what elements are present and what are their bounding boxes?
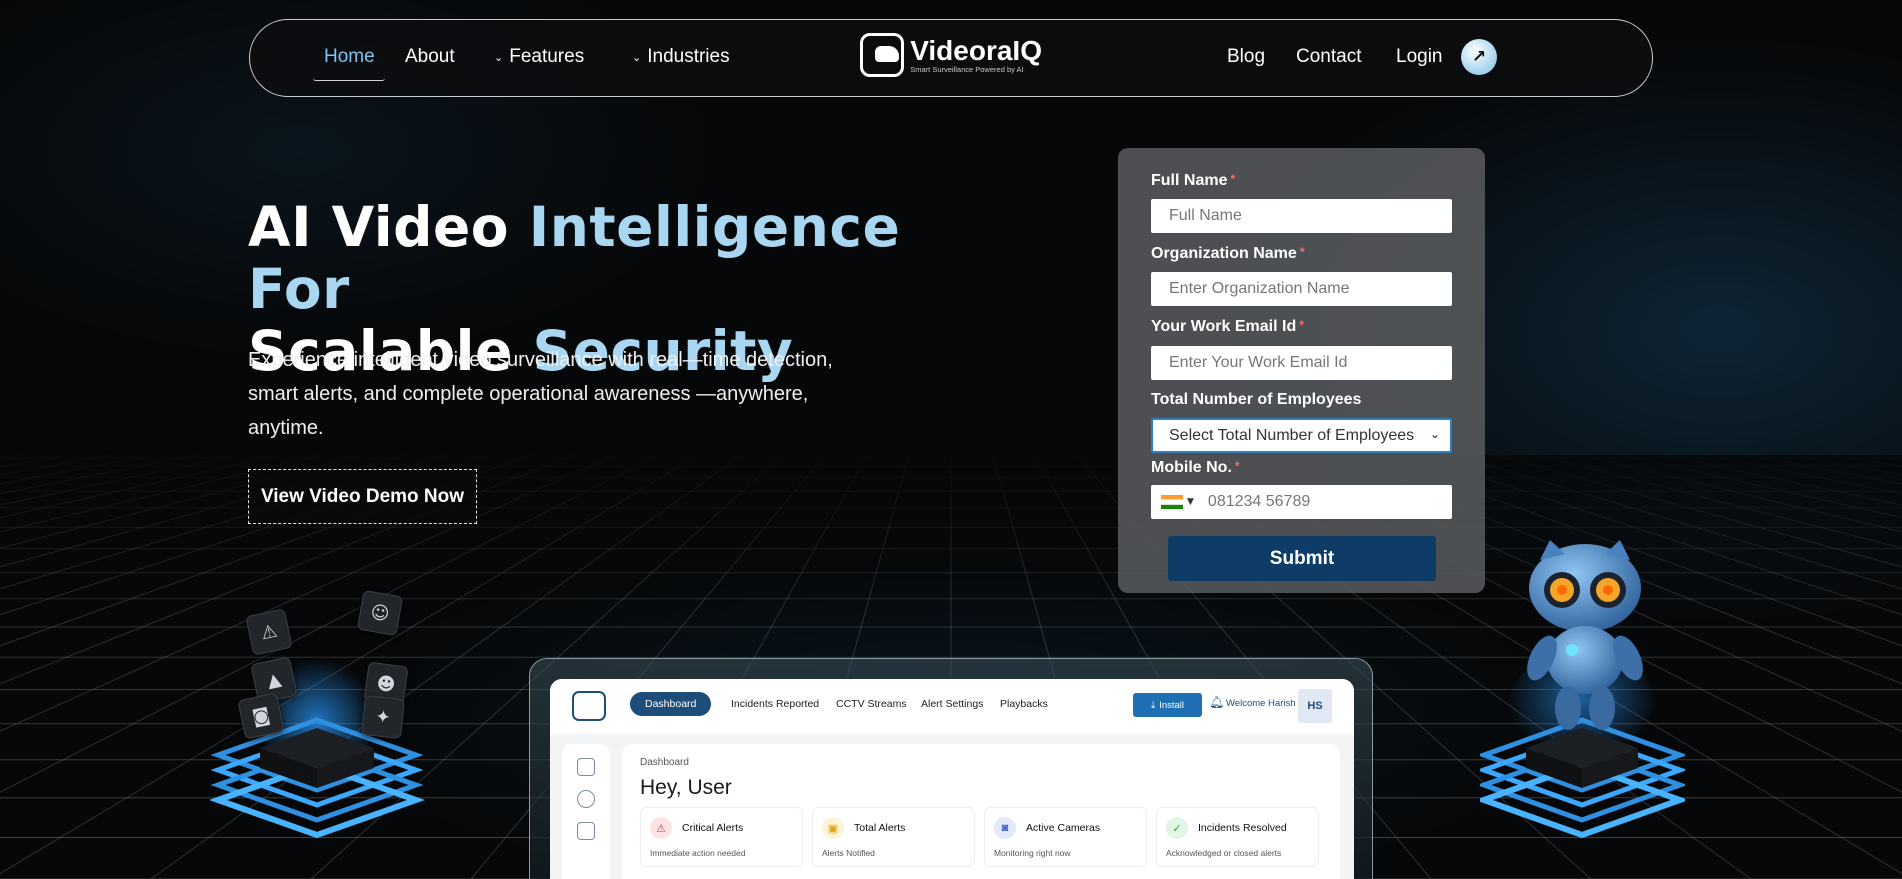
- welcome-text: Welcome Harish: [1226, 698, 1296, 709]
- stat-card-active-cameras[interactable]: ◙ Active Cameras Monitoring right now: [984, 807, 1147, 867]
- robot-mascot-illustration: [1527, 540, 1643, 730]
- stat-title: Critical Alerts: [682, 822, 744, 834]
- cctv-camera-icon: ◙: [237, 692, 285, 740]
- nav-industries-label: Industries: [647, 46, 730, 67]
- stat-card-total-alerts[interactable]: ▣ Total Alerts Alerts Notified: [812, 807, 975, 867]
- stat-title: Incidents Resolved: [1198, 822, 1287, 834]
- stat-subtitle: Acknowledged or closed alerts: [1166, 848, 1282, 858]
- dashboard-sidebar: [562, 744, 610, 879]
- stat-subtitle: Alerts Notified: [822, 848, 875, 858]
- install-button[interactable]: ⤓ Install: [1133, 693, 1202, 717]
- dashboard-preview-frame: Dashboard Incidents Reported CCTV Stream…: [529, 658, 1373, 879]
- email-label: Your Work Email Id *: [1151, 318, 1304, 335]
- dashboard-preview-screen: Dashboard Incidents Reported CCTV Stream…: [550, 679, 1354, 879]
- logo-icon: [860, 33, 905, 77]
- hero-subtitle: Experience intelligent video surveillanc…: [248, 349, 833, 439]
- required-marker: *: [1299, 245, 1305, 259]
- nav-login[interactable]: Login: [1396, 46, 1443, 68]
- mobile-label: Mobile No. *: [1151, 459, 1240, 476]
- brand-logo[interactable]: VideoraIQ Smart Surveillance Powered by …: [860, 32, 1042, 78]
- chevron-down-icon: ⌄: [1429, 427, 1440, 441]
- camera-icon[interactable]: [577, 790, 595, 808]
- camera-icon: ◙: [994, 817, 1016, 839]
- mobile-field: ▼: [1151, 485, 1452, 519]
- avatar[interactable]: HS: [1298, 689, 1332, 723]
- alert-box-icon: ▣: [822, 817, 844, 839]
- download-icon: ⤓: [1150, 699, 1156, 711]
- nav-industries[interactable]: ⌄ Industries: [632, 46, 730, 68]
- dashboard-tab-incidents[interactable]: Incidents Reported: [731, 698, 819, 710]
- lead-form: Full Name* Organization Name* Your Work …: [1118, 148, 1485, 593]
- stat-card-critical-alerts[interactable]: ⚠ Critical Alerts Immediate action neede…: [640, 807, 803, 867]
- stat-card-incidents-resolved[interactable]: ✓ Incidents Resolved Acknowledged or clo…: [1156, 807, 1319, 867]
- nav-contact[interactable]: Contact: [1296, 46, 1361, 68]
- logo-tagline: Smart Surveillance Powered by AI: [910, 64, 1024, 74]
- required-marker: *: [1234, 459, 1240, 473]
- logo-name: VideoraIQ: [910, 34, 1042, 66]
- install-label: Install: [1159, 699, 1185, 711]
- stat-title: Active Cameras: [1026, 822, 1101, 834]
- arrow-up-right-icon[interactable]: ↗: [1461, 39, 1497, 75]
- mobile-input[interactable]: [1207, 493, 1428, 511]
- dashboard-logo-icon: [572, 691, 606, 721]
- nav-features[interactable]: ⌄ Features: [494, 46, 584, 68]
- dashboard-tab-cctv[interactable]: CCTV Streams: [836, 698, 907, 710]
- nav-features-label: Features: [509, 46, 585, 67]
- stat-subtitle: Immediate action needed: [650, 848, 746, 858]
- bell-icon[interactable]: 🔔︎: [1209, 695, 1224, 709]
- chevron-down-icon: ⌄: [632, 51, 642, 64]
- breadcrumb: Dashboard: [640, 757, 689, 768]
- india-flag-icon[interactable]: [1161, 494, 1183, 510]
- chevron-down-icon: ⌄: [494, 51, 504, 64]
- face-scan-icon: ☺: [356, 589, 404, 637]
- home-icon[interactable]: [577, 758, 595, 776]
- org-name-input[interactable]: [1151, 272, 1452, 306]
- caret-down-icon[interactable]: ▼: [1187, 497, 1194, 507]
- dashboard-tab-dashboard[interactable]: Dashboard: [630, 692, 712, 716]
- dashboard-tab-alert-settings[interactable]: Alert Settings: [921, 698, 983, 710]
- no-fire-icon: ⚠: [245, 608, 293, 656]
- settings-icon[interactable]: [577, 822, 595, 840]
- employees-select-value: Select Total Number of Employees: [1169, 426, 1415, 444]
- dashboard-main: Dashboard Hey, User ⚠ Critical Alerts Im…: [622, 744, 1340, 879]
- full-name-input[interactable]: [1151, 199, 1452, 233]
- required-marker: *: [1299, 318, 1304, 332]
- employees-label: Total Number of Employees: [1151, 391, 1362, 408]
- check-circle-icon: ✓: [1166, 817, 1188, 839]
- dashboard-tab-playbacks[interactable]: Playbacks: [1000, 698, 1048, 710]
- email-input[interactable]: [1151, 346, 1452, 380]
- nav-active-indicator: [313, 78, 385, 81]
- required-marker: *: [1230, 172, 1236, 186]
- submit-button[interactable]: Submit: [1168, 536, 1436, 581]
- view-demo-button[interactable]: View Video Demo Now: [248, 469, 477, 524]
- greeting-heading: Hey, User: [640, 776, 732, 799]
- nav-home[interactable]: Home: [324, 46, 375, 68]
- person-running-icon: ✦: [361, 695, 405, 739]
- stat-title: Total Alerts: [854, 822, 906, 834]
- nav-about[interactable]: About: [405, 46, 455, 68]
- nav-blog[interactable]: Blog: [1227, 46, 1265, 68]
- employees-select[interactable]: Select Total Number of Employees ⌄: [1151, 418, 1452, 453]
- full-name-label: Full Name *: [1151, 172, 1236, 189]
- org-name-label: Organization Name *: [1151, 245, 1305, 262]
- stat-subtitle: Monitoring right now: [994, 848, 1071, 858]
- hero-title-part: AI Video: [248, 195, 529, 259]
- right-pedestal-illustration: [1480, 660, 1685, 839]
- warning-icon: ⚠: [650, 817, 672, 839]
- dashboard-topbar: Dashboard Incidents Reported CCTV Stream…: [550, 679, 1354, 734]
